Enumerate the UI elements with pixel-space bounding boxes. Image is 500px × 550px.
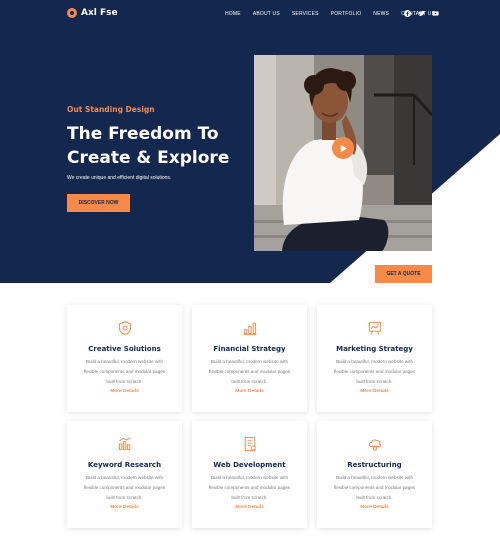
bar-chart-icon — [243, 322, 256, 335]
hero-title-line-1: The Freedom To — [67, 124, 219, 144]
youtube-icon[interactable] — [432, 10, 439, 17]
more-details-link[interactable]: More Details — [317, 389, 432, 394]
service-description: Build a beautiful, modern website with f… — [83, 475, 166, 500]
service-description: Build a beautiful, modern website with f… — [208, 475, 291, 500]
nav-news[interactable]: News — [373, 11, 389, 17]
get-a-quote-button[interactable]: Get A Quote — [375, 265, 432, 283]
service-description: Build a beautiful, modern website with f… — [208, 359, 291, 384]
service-card: Marketing Strategy Build a beautiful, mo… — [317, 305, 432, 412]
nav-about-us[interactable]: About Us — [253, 11, 280, 17]
service-card: Restructuring Build a beautiful, modern … — [317, 421, 432, 528]
hero-eyebrow: Out Standing Design — [67, 105, 155, 114]
play-video-button[interactable] — [332, 137, 354, 159]
service-title: Creative Solutions — [88, 345, 161, 353]
discover-now-button[interactable]: Discover Now — [67, 194, 130, 212]
service-card: Financial Strategy Build a beautiful, mo… — [192, 305, 307, 412]
analytics-board-icon — [368, 321, 381, 335]
nav-services[interactable]: Services — [292, 11, 319, 17]
play-icon — [340, 144, 347, 152]
service-title: Restructuring — [347, 461, 402, 469]
keyword-chart-icon — [118, 437, 131, 451]
service-description: Build a beautiful, modern website with f… — [333, 475, 416, 500]
hero-subtitle: We create unique and efficient digital s… — [67, 175, 172, 181]
service-title: Keyword Research — [87, 461, 162, 469]
social-links — [404, 10, 439, 17]
hero-title: The Freedom To Create & Explore — [67, 122, 247, 170]
logo-icon — [67, 8, 77, 18]
logo-text: Axl Fse — [81, 8, 118, 18]
nav-portfolio[interactable]: Portfolio — [331, 11, 362, 17]
twitter-icon[interactable] — [418, 10, 425, 17]
service-card: Web Development Build a beautiful, moder… — [192, 421, 307, 528]
hero-title-line-2: Create & Explore — [67, 148, 230, 168]
service-description: Build a beautiful, modern website with f… — [83, 359, 166, 384]
service-title: Financial Strategy — [213, 345, 286, 353]
more-details-link[interactable]: More Details — [192, 505, 307, 510]
more-details-link[interactable]: More Details — [192, 389, 307, 394]
shield-icon — [118, 321, 131, 335]
more-details-link[interactable]: More Details — [67, 505, 182, 510]
document-code-icon — [244, 437, 256, 451]
facebook-icon[interactable] — [404, 10, 411, 17]
service-card: Keyword Research Build a beautiful, mode… — [67, 421, 182, 528]
service-title: Marketing Strategy — [336, 345, 413, 353]
cloud-settings-icon — [368, 439, 381, 452]
nav-home[interactable]: Home — [225, 11, 241, 17]
more-details-link[interactable]: More Details — [67, 389, 182, 394]
site-logo[interactable]: Axl Fse — [67, 8, 118, 18]
service-title: Web Development — [213, 461, 286, 469]
service-description: Build a beautiful, modern website with f… — [333, 359, 416, 384]
service-card: Creative Solutions Build a beautiful, mo… — [67, 305, 182, 412]
more-details-link[interactable]: More Details — [317, 505, 432, 510]
